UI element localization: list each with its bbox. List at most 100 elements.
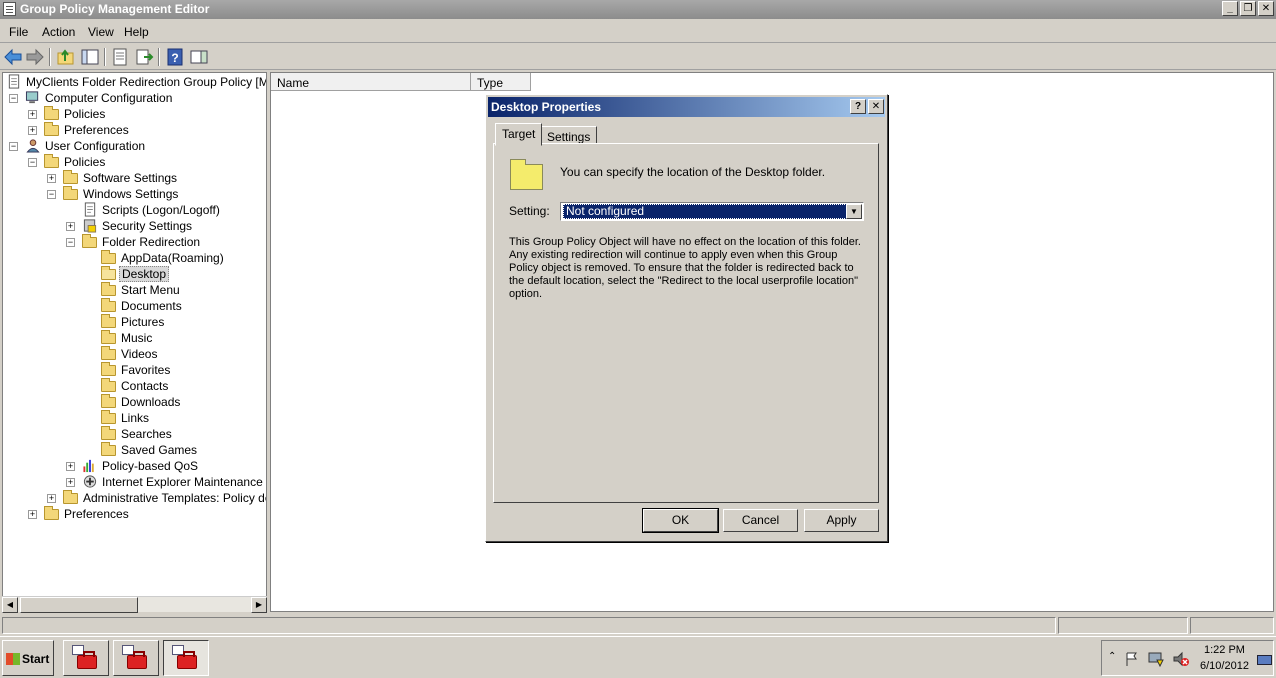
toolbox-icon [77, 651, 97, 669]
scroll-left-button[interactable]: ◀ [2, 597, 18, 613]
tree-item[interactable]: + Software Settings [3, 170, 266, 186]
folder-icon [44, 506, 59, 520]
tree-item[interactable]: Searches [3, 426, 266, 442]
start-button[interactable]: Start [2, 640, 54, 676]
close-button[interactable]: ✕ [1258, 1, 1274, 16]
title-bar: Group Policy Management Editor _ ❐ ✕ [0, 0, 1276, 19]
clock-time[interactable]: 1:22 PM [1204, 644, 1245, 656]
folder-icon [101, 442, 116, 456]
collapse-icon[interactable]: − [47, 190, 56, 199]
expand-icon[interactable]: + [28, 126, 37, 135]
network-warning-icon[interactable] [1148, 650, 1166, 668]
setting-dropdown[interactable]: Not configured ▼ [560, 202, 864, 221]
tree-item[interactable]: + Policies [3, 106, 266, 122]
column-header-name[interactable]: Name [271, 73, 471, 91]
toolbox-icon [127, 651, 147, 669]
tree-item[interactable]: Scripts (Logon/Logoff) [3, 202, 266, 218]
tree-item-label: Videos [121, 347, 158, 361]
forward-arrow-icon[interactable] [25, 47, 45, 67]
expand-icon[interactable]: + [47, 174, 56, 183]
script-icon [84, 202, 96, 217]
tree-item[interactable]: Pictures [3, 314, 266, 330]
chevron-down-icon[interactable]: ▼ [846, 204, 862, 219]
toolbar: ? [0, 44, 1276, 70]
tree-item[interactable]: − Computer Configuration [3, 90, 266, 106]
collapse-icon[interactable]: − [9, 142, 18, 151]
tree-item[interactable]: AppData(Roaming) [3, 250, 266, 266]
tree-item[interactable]: Contacts [3, 378, 266, 394]
tree-item[interactable]: − Windows Settings [3, 186, 266, 202]
cancel-button[interactable]: Cancel [723, 509, 798, 532]
clock-date[interactable]: 6/10/2012 [1200, 660, 1249, 672]
tree-item-label: Policies [64, 155, 106, 169]
properties-icon[interactable] [110, 47, 130, 67]
folder-icon [44, 106, 59, 120]
expand-icon[interactable]: + [66, 478, 75, 487]
tree-item[interactable]: Start Menu [3, 282, 266, 298]
collapse-icon[interactable]: − [66, 238, 75, 247]
export-list-icon[interactable] [134, 47, 154, 67]
tree-item[interactable]: Videos [3, 346, 266, 362]
tree-root-label: MyClients Folder Redirection Group Polic… [26, 75, 266, 89]
tree-item[interactable]: Downloads [3, 394, 266, 410]
tree-item[interactable]: + Internet Explorer Maintenance [3, 474, 266, 490]
folder-icon [101, 410, 116, 424]
tree-item[interactable]: Documents [3, 298, 266, 314]
expand-icon[interactable]: + [47, 494, 56, 503]
tree-item[interactable]: Links [3, 410, 266, 426]
tree-item[interactable]: + Preferences [3, 122, 266, 138]
expand-icon[interactable]: + [28, 110, 37, 119]
dialog-close-button[interactable]: ✕ [868, 99, 884, 114]
tree-item[interactable]: + Policy-based QoS [3, 458, 266, 474]
scroll-right-button[interactable]: ▶ [251, 597, 267, 613]
tree-item[interactable]: + Security Settings [3, 218, 266, 234]
action-center-flag-icon[interactable] [1124, 651, 1140, 667]
menu-action[interactable]: Action [42, 25, 75, 39]
tab-target[interactable]: Target [495, 123, 543, 146]
tree-item-label: Documents [121, 299, 182, 313]
minimize-button[interactable]: _ [1222, 1, 1238, 16]
tree-item[interactable]: − User Configuration [3, 138, 266, 154]
chevron-up-icon[interactable]: ⌃ [1108, 651, 1116, 662]
tree-item[interactable]: − Policies [3, 154, 266, 170]
taskbar-app-1[interactable] [63, 640, 109, 676]
status-segment-3 [1190, 617, 1274, 634]
back-arrow-icon[interactable] [3, 47, 23, 67]
menu-help[interactable]: Help [124, 25, 149, 39]
collapse-icon[interactable]: − [9, 94, 18, 103]
menu-bar: File Action View Help [0, 21, 1276, 43]
taskbar-app-2[interactable] [113, 640, 159, 676]
tree-item-label: Security Settings [102, 219, 193, 233]
tree-item[interactable]: Music [3, 330, 266, 346]
tree-item[interactable]: − Folder Redirection [3, 234, 266, 250]
menu-file[interactable]: File [9, 25, 28, 39]
apply-button[interactable]: Apply [804, 509, 879, 532]
tree-item[interactable]: Desktop [3, 266, 266, 282]
svg-text:?: ? [171, 51, 178, 65]
folder-icon [44, 122, 59, 136]
ok-button[interactable]: OK [642, 508, 719, 533]
collapse-icon[interactable]: − [28, 158, 37, 167]
tree-item[interactable]: Saved Games [3, 442, 266, 458]
taskbar-app-3[interactable] [163, 640, 209, 676]
show-tree-icon[interactable] [80, 47, 100, 67]
tree-item[interactable]: Favorites [3, 362, 266, 378]
tree-item[interactable]: + Preferences [3, 506, 266, 522]
up-folder-icon[interactable] [56, 47, 76, 67]
menu-view[interactable]: View [88, 25, 114, 39]
show-hide-action-pane-icon[interactable] [189, 47, 209, 67]
show-desktop-icon[interactable] [1257, 655, 1272, 665]
scroll-thumb[interactable] [20, 597, 138, 613]
dialog-help-button[interactable]: ? [850, 99, 866, 114]
expand-icon[interactable]: + [28, 510, 37, 519]
column-header-type[interactable]: Type [471, 73, 531, 91]
start-label: Start [22, 652, 50, 666]
help-icon[interactable]: ? [165, 47, 185, 67]
volume-muted-icon[interactable] [1172, 650, 1190, 668]
expand-icon[interactable]: + [66, 222, 75, 231]
expand-icon[interactable]: + [66, 462, 75, 471]
console-tree[interactable]: MyClients Folder Redirection Group Polic… [2, 72, 267, 612]
tree-item[interactable]: + Administrative Templates: Policy defini [3, 490, 266, 506]
tree-horizontal-scrollbar[interactable]: ◀ ▶ [2, 596, 267, 613]
restore-button[interactable]: ❐ [1240, 1, 1256, 16]
